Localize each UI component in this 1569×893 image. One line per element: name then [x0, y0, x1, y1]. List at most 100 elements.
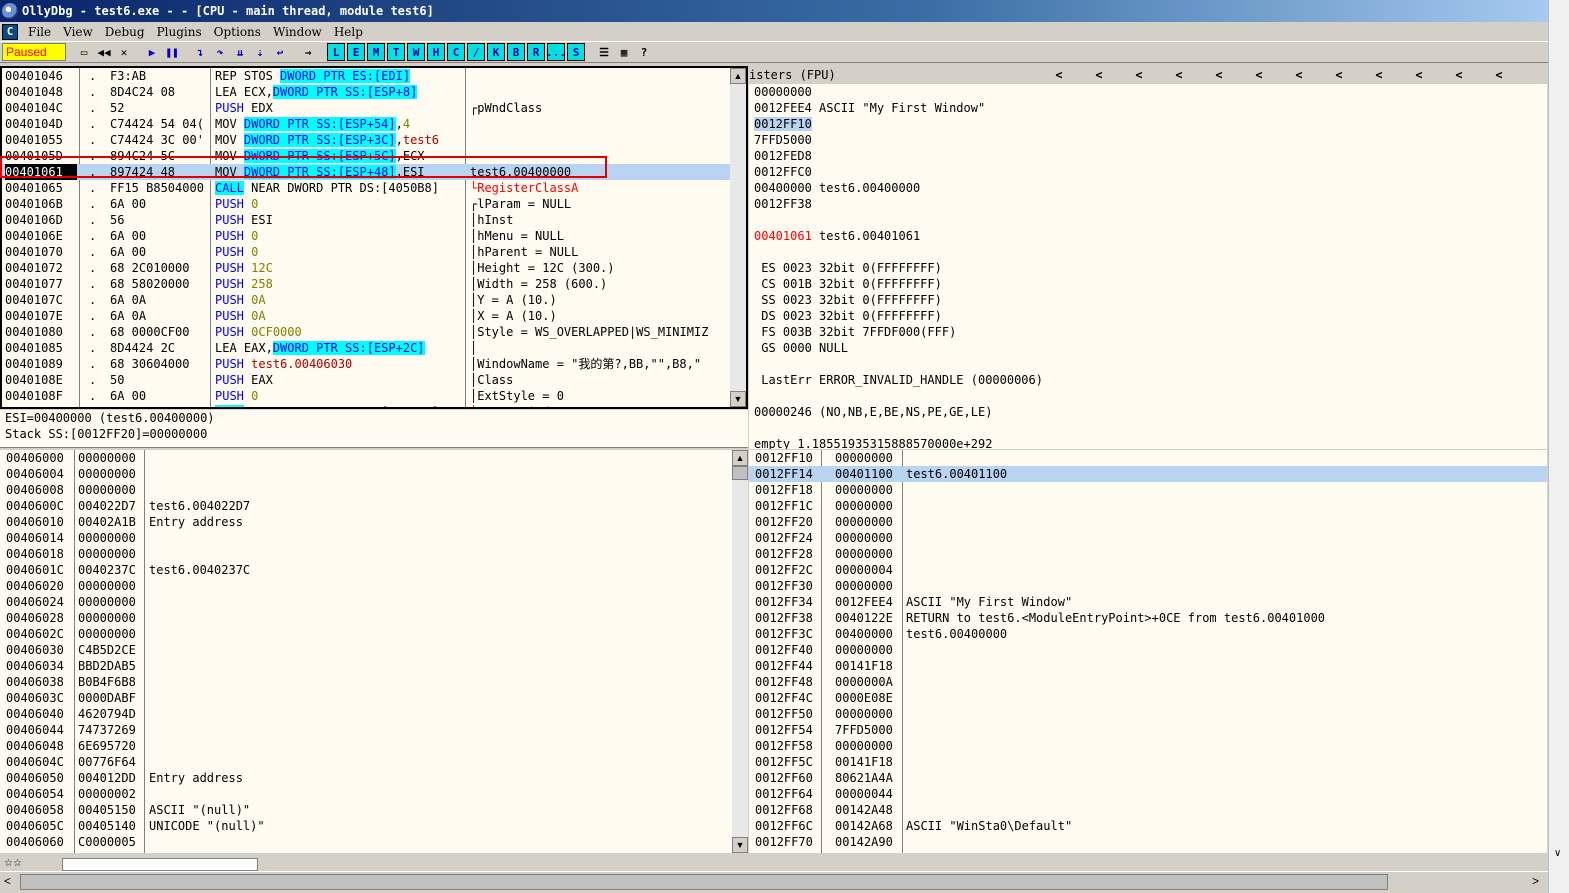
stack-row[interactable]: 0012FF54 7FFD5000 — [749, 722, 1547, 738]
disassembly-row[interactable]: 00401061. 897424 48 MOV DWORD PTR SS:[ESP+… — [2, 164, 746, 180]
breakpoints-window-button[interactable]: B — [507, 43, 525, 61]
scroll-down-icon[interactable]: ▼ — [730, 391, 746, 407]
chevron-left-icon[interactable]: < — [1439, 66, 1479, 84]
register-line[interactable]: 00401061 test6.00401061 — [749, 228, 1547, 244]
goto-icon[interactable]: → — [299, 43, 317, 61]
disassembly-row[interactable]: 0040105D. 894C24 5C MOV DWORD PTR SS:[ESP+… — [2, 148, 746, 164]
register-line[interactable]: SS 0023 32bit 0(FFFFFFFF) — [749, 292, 1547, 308]
stack-row[interactable]: 0012FF58 00000000 — [749, 738, 1547, 754]
registers-header[interactable]: isters (FPU) < < < < < < < < < < < < — [749, 66, 1547, 84]
memory-window-button[interactable]: M — [367, 43, 385, 61]
outer-scrollbar[interactable]: ∨ — [1548, 0, 1569, 893]
stack-row[interactable]: 0012FF24 00000000 — [749, 530, 1547, 546]
chevron-down-icon[interactable]: ∨ — [1554, 848, 1561, 859]
disassembly-row[interactable]: 00401072. 68 2C010000 PUSH 12C │Height = 12… — [2, 260, 746, 276]
stack-row[interactable]: 0012FF20 00000000 — [749, 514, 1547, 530]
scroll-up-icon[interactable]: ▲ — [730, 68, 746, 84]
stack-row[interactable]: 0012FF4C 0000E08E — [749, 690, 1547, 706]
dump-row[interactable]: 00406054 00000002 — [0, 786, 748, 802]
open-icon[interactable]: ▭ — [75, 43, 93, 61]
register-line[interactable]: 0012FFC0 — [749, 164, 1547, 180]
dump-row[interactable]: 00406020 00000000 — [0, 578, 748, 594]
register-line[interactable] — [749, 244, 1547, 260]
stack-row[interactable]: 0012FF70 00142A90 — [749, 834, 1547, 850]
chevron-left-icon[interactable]: < — [1479, 66, 1519, 84]
dump-row[interactable]: 00406024 00000000 — [0, 594, 748, 610]
register-line[interactable]: CS 001B 32bit 0(FFFFFFFF) — [749, 276, 1547, 292]
chevron-left-icon[interactable]: < — [1039, 66, 1079, 84]
info-pane[interactable]: ESI=00400000 (test6.00400000) Stack SS:[… — [0, 410, 748, 448]
threads-window-button[interactable]: T — [387, 43, 405, 61]
stack-row[interactable]: 0012FF60 80621A4A — [749, 770, 1547, 786]
scroll-down-icon[interactable]: ▼ — [732, 837, 748, 853]
chevron-left-icon[interactable]: < — [1159, 66, 1199, 84]
disassembly-scrollbar[interactable]: ▲ ▼ — [730, 68, 746, 407]
stack-row[interactable]: 0012FF48 0000000A — [749, 674, 1547, 690]
dump-row[interactable]: 0040605C 00405140 UNICODE "(null)" — [0, 818, 748, 834]
chevron-left-icon[interactable]: < — [1119, 66, 1159, 84]
register-line[interactable]: GS 0000 NULL — [749, 340, 1547, 356]
scroll-right-icon[interactable]: > — [1532, 874, 1539, 888]
execute-till-return-icon[interactable]: ↩ — [271, 43, 289, 61]
chevron-left-icon[interactable]: < — [1079, 66, 1119, 84]
dump-row[interactable]: 00406044 74737269 — [0, 722, 748, 738]
scroll-left-icon[interactable]: < — [4, 874, 11, 888]
stack-row[interactable]: 0012FF34 0012FEE4 ASCII "My First Window" — [749, 594, 1547, 610]
dump-row[interactable]: 00406058 00405150 ASCII "(null)" — [0, 802, 748, 818]
chevron-left-icon[interactable]: < — [1239, 66, 1279, 84]
dump-row[interactable]: 0040603C 0000DABF — [0, 690, 748, 706]
dump-row[interactable]: 00406038 B0B4F6B8 — [0, 674, 748, 690]
disassembly-pane[interactable]: 00401046. F3:AB REP STOS DWORD PTR ES:[EDI… — [0, 66, 748, 409]
stack-row[interactable]: 0012FF68 00142A48 — [749, 802, 1547, 818]
menu-file[interactable]: File — [22, 25, 57, 39]
register-line[interactable]: 7FFD5000 — [749, 132, 1547, 148]
register-line[interactable]: 0012FF10 — [749, 116, 1547, 132]
register-line[interactable]: 0012FEE4 ASCII "My First Window" — [749, 100, 1547, 116]
register-line[interactable]: 0012FF38 — [749, 196, 1547, 212]
dump-row[interactable]: 0040600C 004022D7 test6.004022D7 — [0, 498, 748, 514]
dump-scrollbar[interactable]: ▲ ▼ — [732, 450, 748, 853]
stack-row[interactable]: 0012FF40 00000000 — [749, 642, 1547, 658]
run-trace-window-button[interactable]: ... — [546, 43, 566, 61]
register-line[interactable]: 00000246 (NO,NB,E,BE,NS,PE,GE,LE) — [749, 404, 1547, 420]
dump-row[interactable]: 0040601C 0040237C test6.0040237C — [0, 562, 748, 578]
chevron-left-icon[interactable]: < — [1279, 66, 1319, 84]
restart-icon[interactable]: ◀◀ — [95, 43, 113, 61]
dump-row[interactable]: 0040604C 00776F64 — [0, 754, 748, 770]
close-icon[interactable]: ✕ — [115, 43, 133, 61]
disassembly-row[interactable]: 0040104D. C74424 54 04(MOV DWORD PTR SS:[… — [2, 116, 746, 132]
dump-row[interactable]: 00406034 BBD2DAB5 — [0, 658, 748, 674]
register-line[interactable] — [749, 212, 1547, 228]
disassembly-row[interactable]: 00401055. C74424 3C 00' MOV DWORD PTR SS:[… — [2, 132, 746, 148]
register-line[interactable]: LastErr ERROR_INVALID_HANDLE (00000006) — [749, 372, 1547, 388]
chevron-left-icon[interactable]: < — [1319, 66, 1359, 84]
stack-row[interactable]: 0012FF28 00000000 — [749, 546, 1547, 562]
call-stack-window-button[interactable]: K — [487, 43, 505, 61]
register-line[interactable]: empty 1.18551935315888570000e+292 — [749, 436, 1547, 449]
step-over-icon[interactable]: ↷ — [211, 43, 229, 61]
stack-row[interactable]: 0012FF1C 00000000 — [749, 498, 1547, 514]
scroll-up-icon[interactable]: ▲ — [732, 450, 748, 466]
register-line[interactable]: 00400000 test6.00400000 — [749, 180, 1547, 196]
menu-options[interactable]: Options — [208, 25, 267, 39]
disassembly-row[interactable]: 00401070. 6A 00 PUSH 0 │hParent = NULL — [2, 244, 746, 260]
stack-row[interactable]: 0012FF30 00000000 — [749, 578, 1547, 594]
disassembly-row[interactable]: 0040106D. 56 PUSH ESI │hInst — [2, 212, 746, 228]
dump-row[interactable]: 00406010 00402A1B Entry address — [0, 514, 748, 530]
disassembly-row[interactable]: 00401048. 8D4C24 08 LEA ECX,DWORD PTR SS:[… — [2, 84, 746, 100]
stack-row[interactable]: 0012FF5C 00141F18 — [749, 754, 1547, 770]
patches-window-button[interactable]: / — [467, 43, 485, 61]
disassembly-row[interactable]: 00401065. FF15 B8504000 CALL NEAR DWORD PT… — [2, 180, 746, 196]
chevron-left-icon[interactable]: < — [1359, 66, 1399, 84]
chevron-left-icon[interactable]: < — [1199, 66, 1239, 84]
register-line[interactable] — [749, 420, 1547, 436]
modules-window-button[interactable]: E — [347, 43, 365, 61]
disassembly-row[interactable]: 0040104C. 52 PUSH EDX ┌pWndClass — [2, 100, 746, 116]
windows-window-button[interactable]: W — [407, 43, 425, 61]
menu-help[interactable]: Help — [328, 25, 369, 39]
dump-row[interactable]: 00406000 00000000 — [0, 450, 748, 466]
stack-row[interactable]: 0012FF44 00141F18 — [749, 658, 1547, 674]
disassembly-row[interactable]: 00401089. 68 30604000 PUSH test6.00406030 │… — [2, 356, 746, 372]
register-line[interactable]: 00000000 — [749, 84, 1547, 100]
register-line[interactable]: FS 003B 32bit 7FFDF000(FFF) — [749, 324, 1547, 340]
